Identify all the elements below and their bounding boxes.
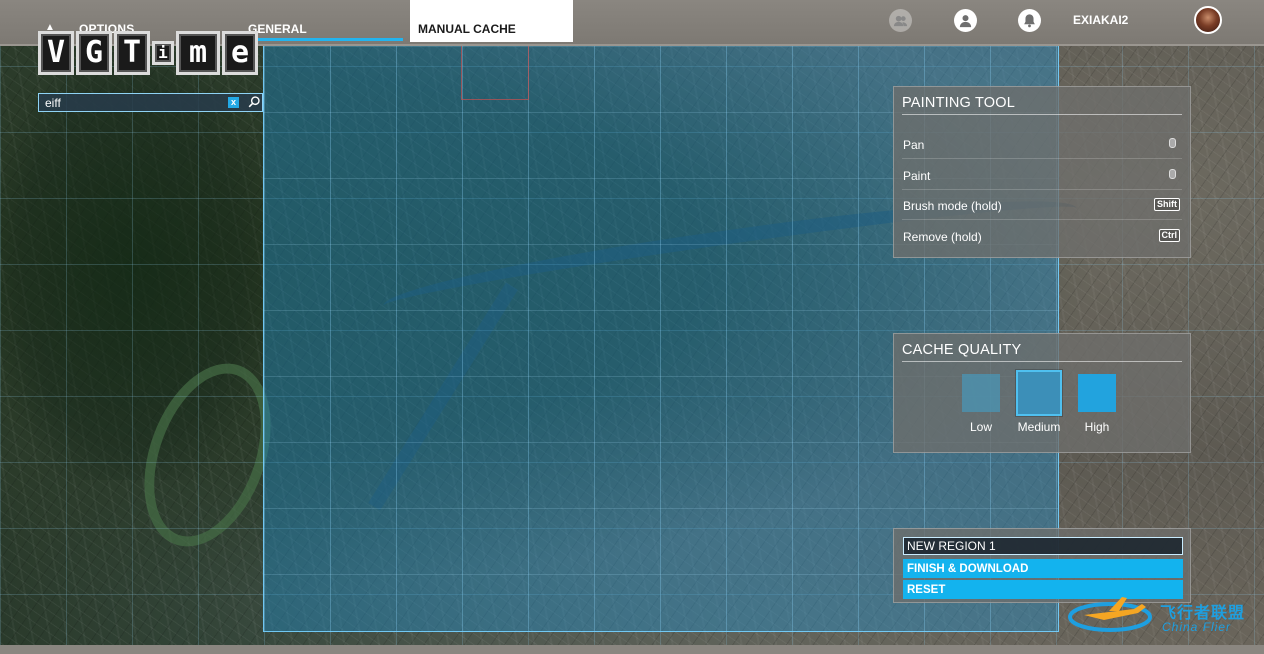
location-search: x (38, 93, 263, 112)
quality-label: High (1084, 420, 1110, 434)
quality-swatch-low (962, 374, 1000, 412)
vgtime-logo: V G T i m e (38, 31, 258, 75)
tab-general-underline (248, 38, 403, 41)
control-row-remove: Remove (hold) Ctrl (902, 220, 1182, 250)
logo-letter: V (38, 31, 74, 75)
quality-swatch-medium (1015, 369, 1063, 417)
cache-quality-panel: CACHE QUALITY Low Medium High (893, 333, 1191, 453)
quality-swatch-high (1078, 374, 1116, 412)
airplane-logo-icon (1068, 597, 1152, 632)
mouse-icon (1169, 138, 1176, 148)
notification-bell-icon[interactable] (1018, 9, 1041, 32)
control-label: Remove (hold) (903, 230, 982, 244)
brush-cursor-tile (461, 45, 529, 100)
painting-tool-title: PAINTING TOOL (902, 95, 1015, 111)
logo-letter: i (152, 41, 174, 65)
clear-search-button[interactable]: x (228, 97, 239, 108)
painting-tool-panel: PAINTING TOOL Pan Paint Brush mode (hold… (893, 86, 1191, 258)
profile-icon[interactable] (954, 9, 977, 32)
china-flier-watermark: 飞行者联盟 China Flier (1064, 585, 1264, 645)
control-row-brush-mode: Brush mode (hold) Shift (902, 189, 1182, 220)
cache-quality-title: CACHE QUALITY (902, 342, 1022, 358)
control-label: Brush mode (hold) (903, 199, 1002, 213)
tab-manual-cache-label: MANUAL CACHE (418, 22, 516, 36)
region-name-input[interactable] (903, 537, 1183, 555)
user-name[interactable]: EXIAKAI2 (1073, 13, 1128, 27)
quality-option-medium[interactable]: Medium (1014, 369, 1064, 434)
search-input[interactable] (45, 95, 215, 110)
watermark-en-text: China Flier (1162, 620, 1232, 634)
quality-label: Low (969, 420, 992, 434)
logo-letter: e (222, 31, 258, 75)
friends-icon[interactable] (889, 9, 912, 32)
control-row-paint: Paint (902, 159, 1182, 190)
logo-letter: m (176, 31, 220, 75)
mouse-icon (1169, 169, 1176, 179)
avatar[interactable] (1194, 6, 1222, 34)
quality-option-low[interactable]: Low (956, 372, 1006, 434)
divider (902, 361, 1182, 362)
control-label: Paint (903, 169, 931, 183)
divider (902, 114, 1182, 115)
tab-manual-cache[interactable]: MANUAL CACHE (410, 0, 573, 42)
quality-option-high[interactable]: High (1072, 372, 1122, 434)
logo-letter: T (114, 31, 150, 75)
ctrl-key-badge: Ctrl (1158, 229, 1180, 242)
logo-letter: G (76, 31, 112, 75)
control-label: Pan (903, 138, 925, 152)
shift-key-badge: Shift (1154, 198, 1180, 211)
quality-label: Medium (1017, 420, 1061, 434)
finish-download-button[interactable]: FINISH & DOWNLOAD (903, 559, 1183, 578)
control-row-pan: Pan (902, 128, 1182, 159)
bottom-bar (0, 645, 1264, 654)
search-icon[interactable] (247, 95, 261, 109)
